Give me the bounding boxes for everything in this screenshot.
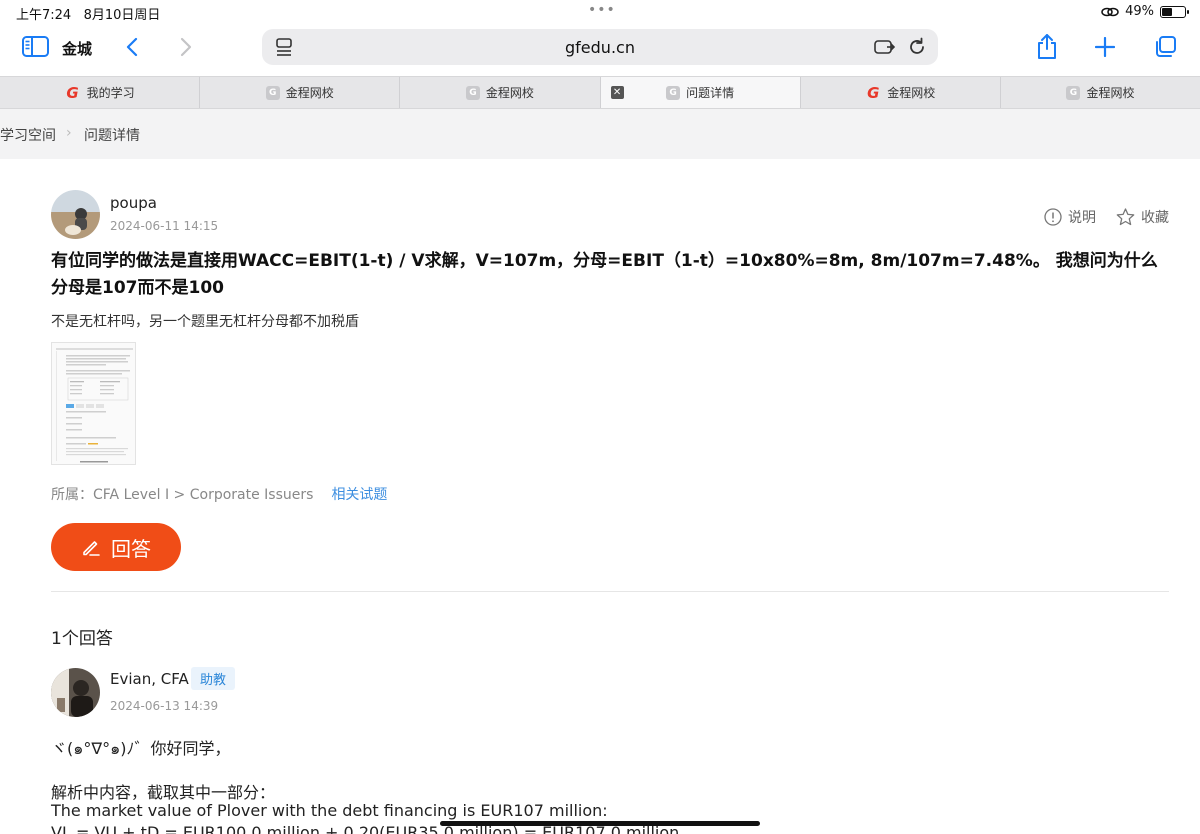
browser-toolbar: 金城 gfedu.cn xyxy=(0,24,1200,76)
extension-icon[interactable] xyxy=(873,37,896,61)
question-date: 2024-06-11 14:15 xyxy=(110,219,219,233)
tab-overview-icon[interactable] xyxy=(1153,35,1177,59)
tab-group-name[interactable]: 金城 xyxy=(62,38,92,59)
answer-date: 2024-06-13 14:39 xyxy=(110,699,219,713)
tab-jincheng-3[interactable]: G 金程网校 xyxy=(801,77,1001,108)
info-icon xyxy=(1044,208,1062,226)
status-right: 49% xyxy=(1101,4,1189,19)
question-category: 所属：CFA Level I > Corporate Issuers xyxy=(51,487,314,503)
role-badge: 助教 xyxy=(191,667,236,690)
close-tab-icon[interactable]: ✕ xyxy=(610,86,624,99)
multitasking-dots[interactable]: ••• xyxy=(588,2,616,18)
answer-count: 1个回答 xyxy=(51,629,113,649)
question-description: 不是无杠杆吗，另一个题里无杠杆分母都不加税盾 xyxy=(51,314,359,330)
breadcrumb-current: 问题详情 xyxy=(84,128,140,144)
question-meta: 所属：CFA Level I > Corporate Issuers 相关试题 xyxy=(51,484,387,504)
brand-logo-icon: G xyxy=(66,83,79,102)
answer-line: 解析中内容，截取其中一部分： xyxy=(51,783,276,802)
share-icon[interactable] xyxy=(1036,32,1058,60)
explain-button[interactable]: 说明 xyxy=(1044,207,1096,227)
brand-logo-icon: G xyxy=(867,83,880,102)
tab-question-detail[interactable]: ✕ G 问题详情 xyxy=(600,77,801,108)
url-text: gfedu.cn xyxy=(565,38,635,57)
tab-jincheng-2[interactable]: G 金程网校 xyxy=(400,77,601,108)
favicon-g-icon: G xyxy=(265,85,280,100)
question-author[interactable]: poupa xyxy=(110,194,157,212)
tab-jincheng-1[interactable]: G 金程网校 xyxy=(200,77,401,108)
avatar[interactable] xyxy=(51,668,100,717)
wifi-link-icon xyxy=(1101,7,1119,16)
battery-percent: 49% xyxy=(1125,4,1154,19)
reply-button[interactable]: 回答 xyxy=(51,523,181,571)
new-tab-icon[interactable] xyxy=(1095,37,1115,57)
sidebar-icon[interactable] xyxy=(22,36,49,57)
answer-author[interactable]: Evian, CFA xyxy=(110,670,189,688)
tab-my-study[interactable]: G 我的学习 xyxy=(0,77,201,108)
attachment-thumbnail[interactable] xyxy=(51,342,136,465)
battery-icon xyxy=(1160,5,1189,18)
avatar[interactable] xyxy=(51,190,100,239)
question-actions: 说明 收藏 xyxy=(1044,207,1169,227)
status-time: 上午7:24 8月10日周日 xyxy=(16,8,161,23)
related-questions-link[interactable]: 相关试题 xyxy=(331,487,387,503)
pencil-icon xyxy=(83,541,100,556)
reload-icon[interactable] xyxy=(907,37,927,61)
back-icon[interactable] xyxy=(126,37,138,57)
answer-line: The market value of Plover with the debt… xyxy=(51,801,608,820)
question-title: 有位同学的做法是直接用WACC=EBIT(1-t) / V求解，V=107m，分… xyxy=(51,251,1158,298)
favicon-g-icon: G xyxy=(1066,85,1081,100)
address-bar[interactable]: gfedu.cn xyxy=(262,29,938,65)
forward-icon[interactable] xyxy=(180,37,192,57)
favicon-g-icon: G xyxy=(465,85,480,100)
breadcrumb: 学习空间 › 问题详情 xyxy=(0,109,1200,159)
breadcrumb-parent[interactable]: 学习空间 xyxy=(0,125,56,145)
collect-button[interactable]: 收藏 xyxy=(1116,207,1169,227)
tab-strip: G 我的学习 G 金程网校 G 金程网校 ✕ G 问题详情 G 金程网校 G 金… xyxy=(0,76,1200,109)
divider xyxy=(51,591,1169,592)
chevron-right-icon: › xyxy=(66,125,72,141)
tab-jincheng-4[interactable]: G 金程网校 xyxy=(1001,77,1200,108)
answer-greeting: ヾ(๑°∇°๑)ﾉ゛你好同学， xyxy=(51,739,231,758)
home-indicator[interactable] xyxy=(440,821,760,826)
favicon-g-icon: G xyxy=(666,85,681,100)
star-icon xyxy=(1116,208,1135,226)
status-bar: 上午7:24 8月10日周日 ••• 49% xyxy=(0,0,1200,24)
